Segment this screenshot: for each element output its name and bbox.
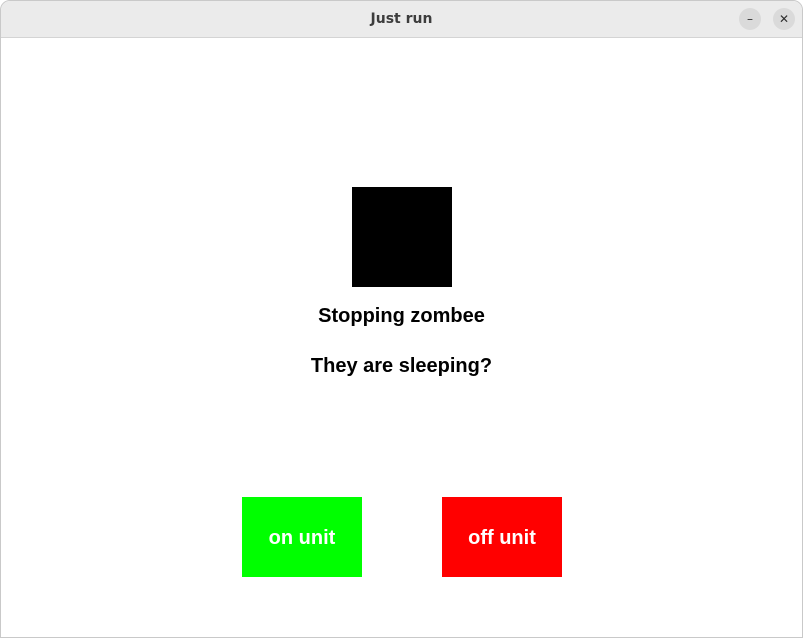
question-label: They are sleeping? [310,355,493,377]
status-indicator-square [352,187,452,287]
window-title: Just run [370,11,433,27]
close-icon: ✕ [778,12,790,26]
off-unit-button[interactable]: off unit [442,497,562,577]
minimize-button[interactable]: – [739,8,761,30]
status-label: Stopping zombee [318,305,485,327]
close-button[interactable]: ✕ [773,8,795,30]
main-content: Stopping zombee They are sleeping? on un… [1,38,802,637]
on-unit-button[interactable]: on unit [242,497,362,577]
title-bar[interactable]: Just run – ✕ [1,1,802,38]
minimize-icon: – [747,12,753,26]
app-window: Just run – ✕ Stopping zombee They are sl… [0,0,803,638]
